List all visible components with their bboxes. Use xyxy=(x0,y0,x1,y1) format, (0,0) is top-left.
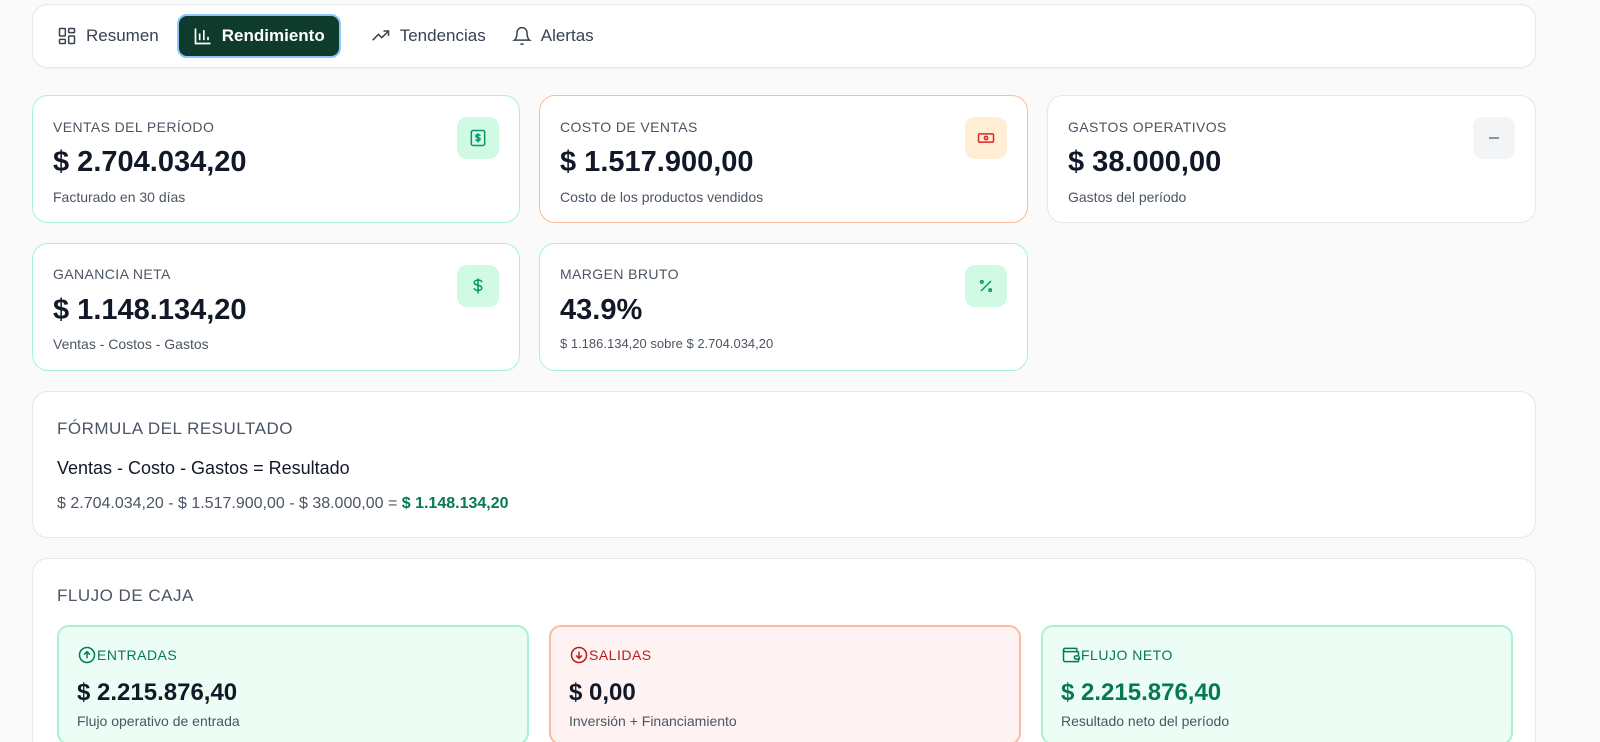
tab-label: Rendimiento xyxy=(221,26,325,45)
percent-icon xyxy=(965,265,1007,307)
trending-up-icon xyxy=(371,30,389,41)
kpi-value: $ 1.148.134,20 xyxy=(53,294,247,326)
bar-chart-icon xyxy=(194,28,211,45)
tab-label: Resumen xyxy=(86,26,159,45)
kpi-label: GANANCIA NETA xyxy=(53,266,171,282)
formula-card: FÓRMULA DEL RESULTADO Ventas - Costo - G… xyxy=(32,391,1536,538)
formula-result: $ 1.148.134,20 xyxy=(401,495,509,512)
wallet-icon xyxy=(1062,647,1081,663)
kpi-value: $ 1.517.900,00 xyxy=(560,146,754,178)
cashflow-entradas: ENTRADAS $ 2.215.876,40 Flujo operativo … xyxy=(57,625,529,742)
receipt-dollar-icon xyxy=(457,117,499,159)
minus-icon xyxy=(1473,117,1515,159)
cashflow-card: FLUJO DE CAJA ENTRADAS $ 2.215.876,40 Fl… xyxy=(32,558,1536,742)
kpi-value: $ 2.704.034,20 xyxy=(53,146,247,178)
kpi-sub: Ventas - Costos - Gastos xyxy=(53,336,209,352)
tab-alertas[interactable]: Alertas xyxy=(504,14,602,58)
kpi-card-costo: COSTO DE VENTAS $ 1.517.900,00 Costo de … xyxy=(539,95,1028,223)
kpi-card-ventas: VENTAS DEL PERÍODO $ 2.704.034,20 Factur… xyxy=(32,95,520,223)
formula-terms: $ 2.704.034,20 - $ 1.517.900,00 - $ 38.0… xyxy=(57,495,402,512)
kpi-label: GASTOS OPERATIVOS xyxy=(1068,119,1227,135)
arrow-down-circle-icon xyxy=(570,646,588,664)
flow-label: SALIDAS xyxy=(589,647,652,663)
kpi-sub: Gastos del período xyxy=(1068,189,1187,205)
flow-value: $ 0,00 xyxy=(569,679,636,706)
tab-label: Tendencias xyxy=(399,26,486,45)
arrow-up-circle-icon xyxy=(78,646,96,664)
formula-expression: $ 2.704.034,20 - $ 1.517.900,00 - $ 38.0… xyxy=(57,495,509,513)
kpi-label: COSTO DE VENTAS xyxy=(560,119,698,135)
tab-rendimiento[interactable]: Rendimiento xyxy=(176,14,341,58)
vertical-scrollbar[interactable] xyxy=(1568,0,1600,742)
kpi-sub: $ 1.186.134,20 sobre $ 2.704.034,20 xyxy=(560,336,774,351)
kpi-sub: Facturado en 30 días xyxy=(53,189,186,205)
flow-sub: Flujo operativo de entrada xyxy=(77,713,240,729)
flow-value: $ 2.215.876,40 xyxy=(77,679,238,706)
grid-icon xyxy=(58,27,76,45)
flow-value: $ 2.215.876,40 xyxy=(1061,679,1222,706)
kpi-value: 43.9% xyxy=(560,294,643,326)
tab-bar: Resumen Rendimiento Tendencias Alertas xyxy=(32,4,1536,68)
tab-tendencias[interactable]: Tendencias xyxy=(363,14,494,58)
kpi-card-ganancia: GANANCIA NETA $ 1.148.134,20 Ventas - Co… xyxy=(32,243,520,371)
tab-resumen[interactable]: Resumen xyxy=(49,14,167,58)
bell-icon xyxy=(511,26,532,46)
flow-sub: Inversión + Financiamiento xyxy=(569,713,737,729)
cashflow-neto: FLUJO NETO $ 2.215.876,40 Resultado neto… xyxy=(1041,625,1513,742)
cashflow-salidas: SALIDAS $ 0,00 Inversión + Financiamient… xyxy=(549,625,1021,742)
tab-label: Alertas xyxy=(540,26,594,45)
formula-title: FÓRMULA DEL RESULTADO xyxy=(57,419,293,438)
kpi-label: VENTAS DEL PERÍODO xyxy=(53,119,215,135)
kpi-label: MARGEN BRUTO xyxy=(560,266,679,282)
flow-label: ENTRADAS xyxy=(97,647,178,663)
kpi-card-gastos: GASTOS OPERATIVOS $ 38.000,00 Gastos del… xyxy=(1047,95,1536,223)
banknote-icon xyxy=(965,117,1007,159)
flow-label: FLUJO NETO xyxy=(1081,647,1173,663)
dollar-icon xyxy=(457,265,499,307)
kpi-value: $ 38.000,00 xyxy=(1068,146,1222,178)
cashflow-title: FLUJO DE CAJA xyxy=(57,586,194,605)
flow-sub: Resultado neto del período xyxy=(1061,713,1230,729)
kpi-card-margen: MARGEN BRUTO 43.9% $ 1.186.134,20 sobre … xyxy=(539,243,1028,371)
formula-heading: Ventas - Costo - Gastos = Resultado xyxy=(57,458,350,478)
kpi-sub: Costo de los productos vendidos xyxy=(560,189,764,205)
